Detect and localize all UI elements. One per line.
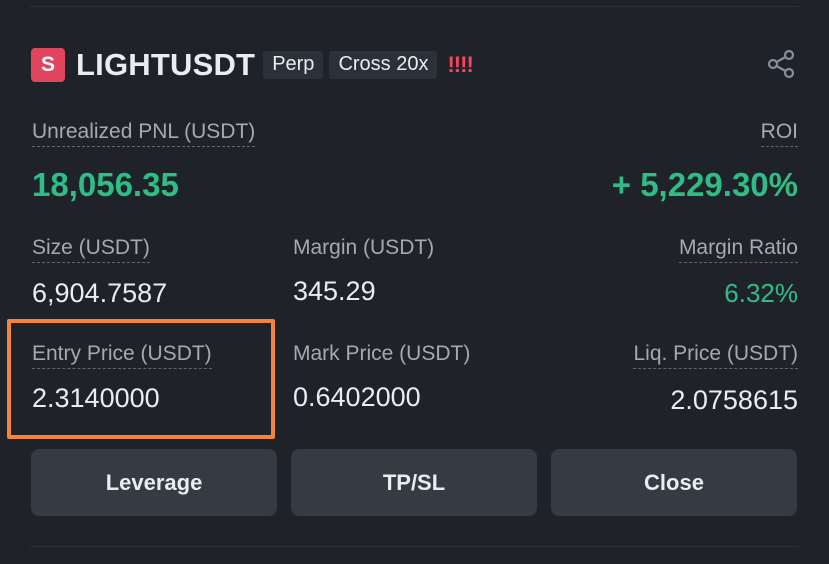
share-icon[interactable]: [766, 49, 796, 79]
close-button[interactable]: Close: [551, 449, 797, 516]
margin-mode-tag[interactable]: Cross 20x: [329, 51, 438, 79]
mark-price-label: Mark Price (USDT): [293, 342, 471, 365]
mark-price-value: 0.6402000: [293, 382, 421, 412]
margin-value: 345.29: [293, 276, 376, 306]
size-label[interactable]: Size (USDT): [32, 236, 150, 263]
contract-type-tag: Perp: [263, 51, 324, 79]
margin-ratio-value: 6.32%: [724, 278, 798, 308]
entry-price-label[interactable]: Entry Price (USDT): [32, 342, 212, 369]
liq-price-label[interactable]: Liq. Price (USDT): [633, 342, 798, 369]
entry-price-value: 2.3140000: [32, 383, 160, 413]
leverage-button[interactable]: Leverage: [31, 449, 277, 516]
roi-label[interactable]: ROI: [760, 120, 798, 147]
bottom-divider: [30, 546, 799, 547]
symbol-title[interactable]: LIGHTUSDT: [76, 47, 255, 83]
roi-value: + 5,229.30%: [611, 166, 798, 203]
entry-price-highlight: [7, 319, 275, 439]
size-value: 6,904.7587: [32, 278, 168, 308]
liq-price-value: 2.0758615: [670, 385, 798, 415]
risk-indicator: !!!!: [447, 52, 473, 77]
coin-icon: S: [31, 48, 65, 82]
tpsl-button[interactable]: TP/SL: [291, 449, 537, 516]
unrealized-pnl-value: 18,056.35: [32, 166, 179, 203]
margin-label: Margin (USDT): [293, 236, 435, 259]
unrealized-pnl-label[interactable]: Unrealized PNL (USDT): [32, 120, 256, 147]
margin-ratio-label[interactable]: Margin Ratio: [678, 236, 798, 263]
position-header: S LIGHTUSDT Perp Cross 20x !!!!: [31, 46, 798, 84]
top-divider: [30, 6, 799, 7]
